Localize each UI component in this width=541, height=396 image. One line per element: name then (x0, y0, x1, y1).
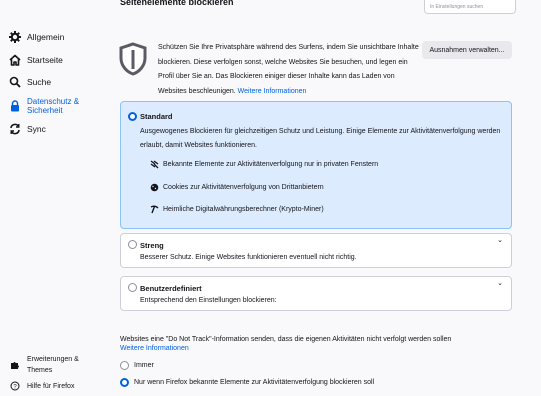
dnt-option-always[interactable]: Immer (120, 361, 154, 370)
sidebar-item-home[interactable]: Startseite (9, 54, 63, 66)
dnt-option-label: Immer (134, 362, 154, 369)
puzzle-icon (9, 359, 21, 371)
option-description: Besserer Schutz. Einige Websites funktio… (140, 254, 357, 261)
search-icon (9, 76, 21, 88)
gear-icon (9, 31, 21, 43)
option-title: Benutzerdefiniert (140, 284, 202, 293)
sidebar: Allgemein Startseite Suche Datenschutz &… (0, 0, 110, 396)
search-input[interactable]: In Einstellungen suchen (424, 0, 516, 14)
option-custom[interactable]: Benutzerdefiniert Entsprechend den Einst… (120, 276, 512, 311)
sync-icon (9, 123, 21, 135)
option-standard[interactable]: Standard Ausgewogenes Blockieren für gle… (120, 101, 512, 229)
cryptominer-icon (150, 205, 159, 214)
option-description: Ausgewogenes Blockieren für gleichzeitig… (140, 128, 501, 149)
feature-item: Heimliche Digitalwährungsberechner (Kryp… (150, 205, 324, 214)
learn-more-link[interactable]: Weitere Informationen (238, 88, 307, 95)
sidebar-item-label: Erweiterungen & Themes (27, 356, 79, 374)
option-strict[interactable]: Streng Besserer Schutz. Einige Websites … (120, 233, 512, 268)
sidebar-item-label: Sync (27, 124, 46, 134)
sidebar-item-label: Startseite (27, 55, 63, 65)
cookie-icon (150, 183, 159, 192)
feature-label: Bekannte Elemente zur Aktivitätenverfolg… (163, 161, 379, 168)
sidebar-item-label: Suche (27, 77, 52, 87)
feature-label: Cookies zur Aktivitätenverfolgung von Dr… (163, 184, 324, 191)
chevron-down-icon[interactable]: ⌄ (497, 236, 503, 244)
sidebar-item-label: Hilfe für Firefox (27, 382, 75, 390)
shield-icon (118, 42, 148, 78)
sidebar-item-label: Datenschutz & Sicherheit (27, 97, 80, 115)
sidebar-item-search[interactable]: Suche (9, 76, 51, 88)
sidebar-item-sync[interactable]: Sync (9, 123, 46, 135)
feature-item: Bekannte Elemente zur Aktivitätenverfolg… (150, 160, 378, 169)
radio-only-when[interactable] (120, 378, 129, 387)
dnt-learn-more-link[interactable]: Weitere Informationen (120, 345, 189, 352)
tracker-icon (150, 160, 159, 169)
chevron-down-icon[interactable]: ⌄ (497, 279, 503, 287)
sidebar-item-extensions[interactable]: Erweiterungen & Themes (9, 354, 97, 376)
manage-exceptions-button[interactable]: Ausnahmen verwalten... (422, 41, 512, 59)
sidebar-item-help[interactable]: ? Hilfe für Firefox (9, 380, 74, 392)
sidebar-item-label: Allgemein (27, 32, 65, 42)
sidebar-item-privacy[interactable]: Datenschutz & Sicherheit (9, 97, 107, 115)
dnt-option-label: Nur wenn Firefox bekannte Elemente zur A… (134, 379, 375, 386)
feature-item: Cookies zur Aktivitätenverfolgung von Dr… (150, 183, 324, 192)
intro-paragraph: Schützen Sie Ihre Privatsphäre während d… (158, 41, 420, 99)
option-title: Streng (140, 241, 164, 250)
lock-icon (9, 100, 21, 112)
dnt-option-only-when[interactable]: Nur wenn Firefox bekannte Elemente zur A… (120, 378, 374, 387)
home-icon (9, 54, 21, 66)
help-icon: ? (9, 380, 21, 392)
option-title: Standard (140, 112, 173, 121)
radio-custom[interactable] (128, 283, 137, 292)
option-description: Entsprechend den Einstellungen blockiere… (140, 297, 277, 304)
sidebar-item-general[interactable]: Allgemein (9, 31, 64, 43)
feature-label: Heimliche Digitalwährungsberechner (Kryp… (163, 206, 324, 213)
search-placeholder: In Einstellungen suchen (430, 3, 484, 10)
radio-standard[interactable] (128, 112, 137, 121)
radio-always[interactable] (120, 361, 129, 370)
section-title: Seitenelemente blockieren (120, 0, 234, 6)
radio-strict[interactable] (128, 240, 137, 249)
